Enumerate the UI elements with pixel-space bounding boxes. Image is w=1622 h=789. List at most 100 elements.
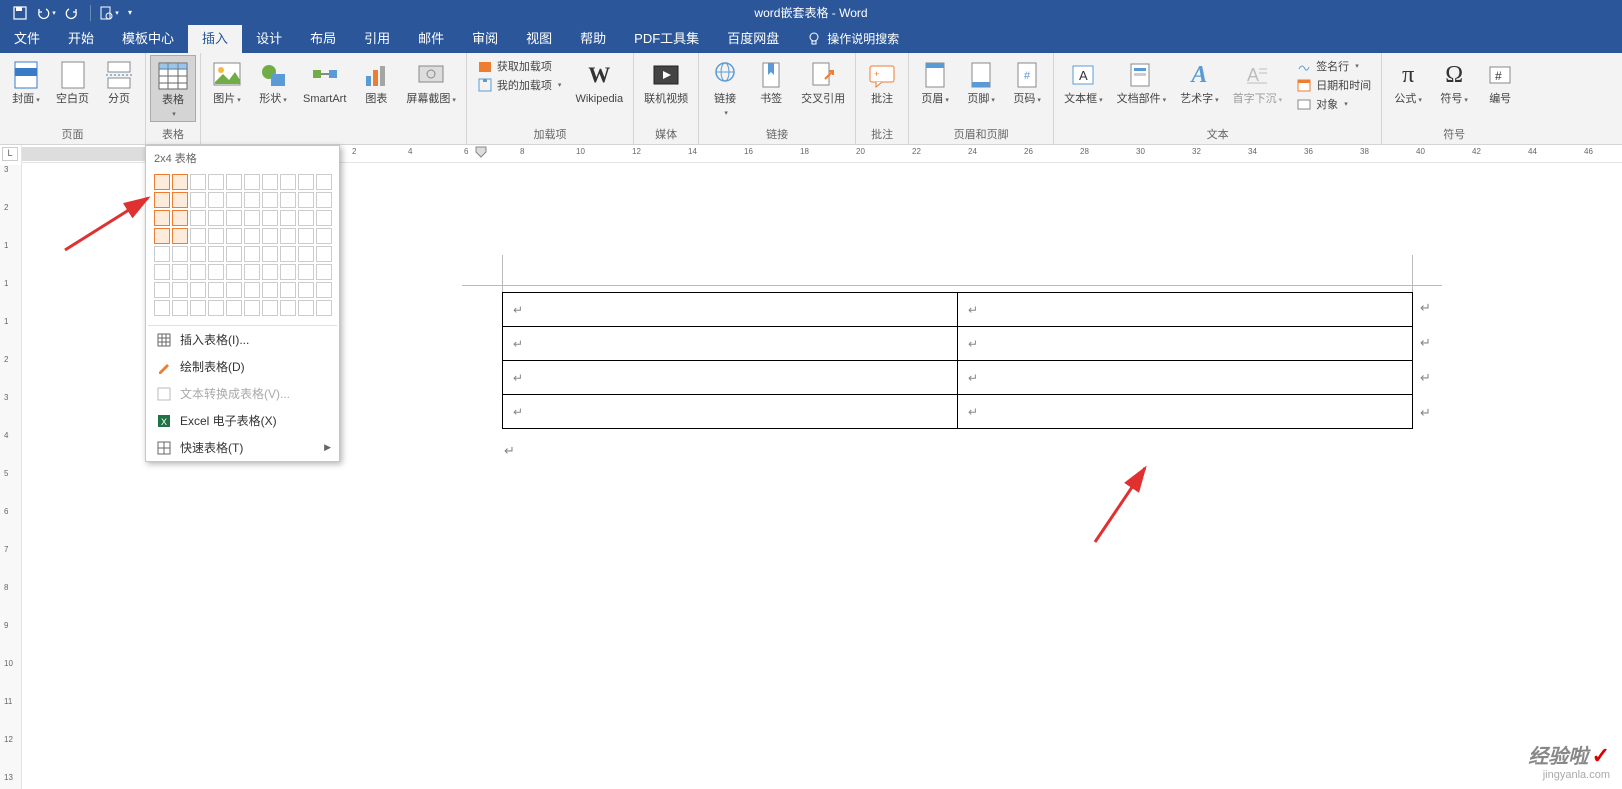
grid-cell[interactable] — [316, 192, 332, 208]
vertical-ruler[interactable]: 321112345678910111213 — [0, 145, 22, 789]
grid-cell[interactable] — [316, 210, 332, 226]
grid-cell[interactable] — [262, 210, 278, 226]
signature-line-button[interactable]: 签名行▾ — [1292, 57, 1375, 75]
grid-cell[interactable] — [262, 282, 278, 298]
quick-tables-menu[interactable]: 快速表格(T)▶ — [146, 434, 339, 461]
grid-cell[interactable] — [280, 300, 296, 316]
grid-cell[interactable] — [244, 246, 260, 262]
object-button[interactable]: 对象▾ — [1292, 95, 1375, 113]
crossref-button[interactable]: 交叉引用 — [795, 55, 851, 106]
grid-cell[interactable] — [298, 228, 314, 244]
grid-cell[interactable] — [226, 282, 242, 298]
grid-cell[interactable] — [226, 264, 242, 280]
grid-cell[interactable] — [226, 210, 242, 226]
grid-cell[interactable] — [244, 282, 260, 298]
online-video-button[interactable]: 联机视频 — [638, 55, 694, 106]
grid-cell[interactable] — [190, 282, 206, 298]
tab-references[interactable]: 引用 — [350, 22, 404, 53]
redo-button[interactable] — [60, 2, 84, 24]
grid-cell[interactable] — [172, 210, 188, 226]
grid-cell[interactable] — [244, 228, 260, 244]
grid-cell[interactable] — [280, 210, 296, 226]
grid-cell[interactable] — [244, 300, 260, 316]
grid-cell[interactable] — [208, 282, 224, 298]
grid-cell[interactable] — [172, 228, 188, 244]
screenshot-button[interactable]: 屏幕截图▾ — [400, 55, 462, 107]
grid-cell[interactable] — [262, 228, 278, 244]
grid-cell[interactable] — [172, 246, 188, 262]
table-row[interactable]: ↵↵ — [503, 361, 1413, 395]
grid-cell[interactable] — [190, 192, 206, 208]
cover-page-button[interactable]: 封面▾ — [4, 55, 48, 107]
grid-cell[interactable] — [262, 300, 278, 316]
datetime-button[interactable]: 日期和时间 — [1292, 76, 1375, 94]
tab-template[interactable]: 模板中心 — [108, 22, 188, 53]
table-row[interactable]: ↵↵ — [503, 293, 1413, 327]
grid-cell[interactable] — [208, 264, 224, 280]
tab-design[interactable]: 设计 — [242, 22, 296, 53]
symbol-button[interactable]: Ω符号▾ — [1432, 55, 1476, 107]
grid-cell[interactable] — [208, 192, 224, 208]
grid-cell[interactable] — [154, 192, 170, 208]
smartart-button[interactable]: SmartArt — [297, 55, 352, 106]
grid-cell[interactable] — [172, 300, 188, 316]
get-addins-button[interactable]: 获取加载项 — [473, 57, 566, 75]
grid-cell[interactable] — [316, 300, 332, 316]
grid-cell[interactable] — [316, 282, 332, 298]
grid-cell[interactable] — [244, 192, 260, 208]
grid-cell[interactable] — [262, 192, 278, 208]
touch-mode-button[interactable]: ▾ — [97, 2, 121, 24]
grid-cell[interactable] — [190, 300, 206, 316]
grid-cell[interactable] — [280, 282, 296, 298]
page-break-button[interactable]: 分页 — [97, 55, 141, 106]
grid-cell[interactable] — [208, 246, 224, 262]
dropcap-button[interactable]: A首字下沉▾ — [1227, 55, 1289, 107]
grid-cell[interactable] — [154, 174, 170, 190]
grid-cell[interactable] — [298, 300, 314, 316]
grid-cell[interactable] — [316, 228, 332, 244]
tab-pdf[interactable]: PDF工具集 — [620, 22, 713, 53]
grid-cell[interactable] — [226, 174, 242, 190]
tab-help[interactable]: 帮助 — [566, 22, 620, 53]
grid-cell[interactable] — [190, 228, 206, 244]
table-grid-picker[interactable] — [146, 170, 339, 325]
insert-table-menu[interactable]: 插入表格(I)... — [146, 326, 339, 353]
blank-page-button[interactable]: 空白页 — [50, 55, 95, 106]
grid-cell[interactable] — [208, 228, 224, 244]
grid-cell[interactable] — [190, 264, 206, 280]
grid-cell[interactable] — [244, 174, 260, 190]
grid-cell[interactable] — [226, 246, 242, 262]
grid-cell[interactable] — [298, 210, 314, 226]
grid-cell[interactable] — [172, 264, 188, 280]
undo-button[interactable]: ▾ — [34, 2, 58, 24]
table-button[interactable]: 表格▾ — [150, 55, 196, 122]
tab-insert[interactable]: 插入 — [188, 22, 242, 53]
tab-home[interactable]: 开始 — [54, 22, 108, 53]
table-row[interactable]: ↵↵ — [503, 395, 1413, 429]
grid-cell[interactable] — [154, 282, 170, 298]
shapes-button[interactable]: 形状▾ — [251, 55, 295, 107]
textbox-button[interactable]: A文本框▾ — [1058, 55, 1109, 107]
indent-marker-icon[interactable] — [474, 145, 488, 163]
grid-cell[interactable] — [280, 174, 296, 190]
quick-parts-button[interactable]: 文档部件▾ — [1111, 55, 1173, 107]
grid-cell[interactable] — [316, 174, 332, 190]
grid-cell[interactable] — [154, 228, 170, 244]
my-addins-button[interactable]: 我的加载项▾ — [473, 76, 566, 94]
grid-cell[interactable] — [244, 264, 260, 280]
link-button[interactable]: 链接▾ — [703, 55, 747, 120]
tab-file[interactable]: 文件 — [0, 22, 54, 53]
grid-cell[interactable] — [154, 210, 170, 226]
grid-cell[interactable] — [190, 246, 206, 262]
grid-cell[interactable] — [208, 174, 224, 190]
tab-layout[interactable]: 布局 — [296, 22, 350, 53]
tab-view[interactable]: 视图 — [512, 22, 566, 53]
grid-cell[interactable] — [316, 246, 332, 262]
grid-cell[interactable] — [298, 282, 314, 298]
grid-cell[interactable] — [316, 264, 332, 280]
qat-customize[interactable]: ▾ — [123, 2, 137, 24]
excel-spreadsheet-menu[interactable]: XExcel 电子表格(X) — [146, 407, 339, 434]
table-row[interactable]: ↵↵ — [503, 327, 1413, 361]
tell-me-search[interactable]: 操作说明搜索 — [793, 24, 913, 53]
pictures-button[interactable]: 图片▾ — [205, 55, 249, 107]
